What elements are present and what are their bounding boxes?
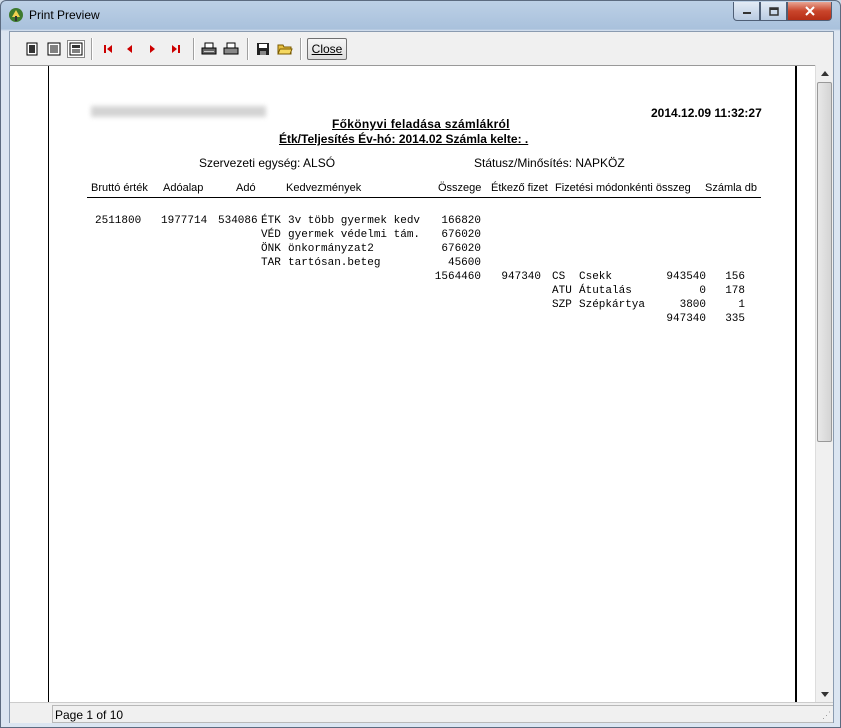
column-header: Adó bbox=[236, 182, 256, 194]
discount-name: tartósan.beteg bbox=[288, 257, 381, 269]
close-button[interactable]: Close bbox=[307, 38, 347, 60]
minimize-icon bbox=[742, 12, 751, 14]
scrollbar-thumb[interactable] bbox=[817, 82, 832, 442]
payment-count: 1 bbox=[738, 299, 745, 311]
window-close-button[interactable] bbox=[787, 2, 832, 21]
print-setup-icon bbox=[201, 42, 217, 55]
close-button-label: Close bbox=[311, 42, 343, 56]
one-page-button[interactable] bbox=[23, 40, 41, 58]
discount-name: önkormányzat2 bbox=[288, 243, 374, 255]
maximize-icon bbox=[768, 6, 779, 16]
resize-grip-icon[interactable]: ⋰ bbox=[822, 710, 831, 721]
payment-name: Csekk bbox=[579, 271, 613, 283]
print-setup-button[interactable] bbox=[200, 40, 218, 58]
first-page-icon bbox=[104, 45, 112, 53]
payment-amount: 3800 bbox=[679, 299, 706, 311]
arrow-down-icon bbox=[821, 691, 829, 697]
report-subtitle: Étk/Teljesítés Év-hó: 2014.02 Számla kel… bbox=[279, 132, 529, 146]
column-header: Számla db bbox=[705, 182, 757, 194]
zoom-page-button[interactable] bbox=[67, 40, 85, 58]
app-icon bbox=[9, 8, 23, 22]
first-page-button[interactable] bbox=[99, 40, 117, 58]
title-bar: Print Preview bbox=[1, 1, 840, 29]
minimize-button[interactable] bbox=[733, 2, 760, 21]
discount-code: VÉD bbox=[261, 229, 281, 241]
scroll-up-button[interactable] bbox=[817, 65, 833, 81]
scroll-down-button[interactable] bbox=[817, 686, 833, 702]
toolbar-separator bbox=[247, 38, 249, 60]
status-label: Státusz/Minősítés: NAPKÖZ bbox=[474, 156, 625, 170]
report-datetime: 2014.12.09 11:32:27 bbox=[651, 106, 762, 120]
printer-icon bbox=[223, 42, 239, 55]
preview-viewport[interactable]: 2014.12.09 11:32:27 Főkönyvi feladása sz… bbox=[10, 65, 815, 702]
payment-name: Átutalás bbox=[579, 285, 632, 297]
count-total: 335 bbox=[725, 313, 745, 325]
payment-count: 178 bbox=[725, 285, 745, 297]
tax-value: 534086 bbox=[218, 215, 258, 227]
toolbar-separator bbox=[193, 38, 195, 60]
column-header: Fizetési módonkénti összeg bbox=[555, 182, 691, 194]
zoom-page-icon bbox=[69, 42, 83, 56]
report-page: 2014.12.09 11:32:27 Főkönyvi feladása sz… bbox=[48, 66, 797, 702]
column-header: Kedvezmények bbox=[286, 182, 362, 194]
status-bar: Page 1 of 10 ⋰ bbox=[10, 702, 833, 723]
page-indicator: Page 1 of 10 bbox=[52, 705, 833, 723]
column-header: Bruttó érték bbox=[91, 182, 148, 194]
org-unit-label: Szervezeti egység: ALSÓ bbox=[199, 156, 336, 170]
column-header: Összege bbox=[438, 182, 482, 194]
discount-code: ÉTK bbox=[261, 215, 281, 227]
discount-code: ÖNK bbox=[261, 243, 281, 255]
print-preview-window: Print Preview Close 2014.12.09 11:32:27 … bbox=[0, 0, 841, 728]
print-button[interactable] bbox=[222, 40, 240, 58]
discount-amount: 676020 bbox=[441, 243, 481, 255]
vertical-scrollbar[interactable] bbox=[815, 65, 833, 702]
arrow-up-icon bbox=[821, 70, 829, 76]
last-page-button[interactable] bbox=[167, 40, 185, 58]
discount-code: TAR bbox=[261, 257, 281, 269]
window-title: Print Preview bbox=[29, 8, 100, 22]
redacted-company-name bbox=[91, 106, 266, 117]
save-button[interactable] bbox=[254, 40, 272, 58]
toolbar-separator bbox=[300, 38, 302, 60]
payer-total: 947340 bbox=[501, 271, 541, 283]
payment-total: 947340 bbox=[666, 313, 706, 325]
payment-amount: 943540 bbox=[666, 271, 706, 283]
discount-amount: 45600 bbox=[447, 257, 481, 269]
discount-name: gyermek védelmi tám. bbox=[288, 229, 421, 241]
close-icon bbox=[804, 6, 815, 16]
last-page-icon bbox=[172, 45, 180, 53]
two-page-button[interactable] bbox=[45, 40, 63, 58]
client-area: Close 2014.12.09 11:32:27 Főkönyvi felad… bbox=[9, 31, 834, 723]
next-page-icon bbox=[150, 45, 155, 53]
toolbar: Close bbox=[10, 32, 833, 64]
payment-code: SZP bbox=[552, 299, 572, 311]
floppy-disk-icon bbox=[257, 43, 269, 55]
open-folder-icon bbox=[277, 44, 293, 55]
report-title: Főkönyvi feladása számlákról bbox=[332, 117, 510, 131]
one-page-icon bbox=[26, 42, 38, 56]
payment-code: CS bbox=[552, 271, 566, 283]
payment-count: 156 bbox=[725, 271, 745, 283]
maximize-button[interactable] bbox=[760, 2, 787, 21]
header-rule bbox=[87, 197, 761, 198]
previous-page-icon bbox=[127, 45, 132, 53]
gross-value: 2511800 bbox=[95, 215, 142, 227]
discount-amount: 676020 bbox=[441, 229, 481, 241]
payment-code: ATU bbox=[552, 285, 572, 297]
discount-name: 3v több gyermek kedv bbox=[288, 215, 421, 227]
previous-page-button[interactable] bbox=[121, 40, 139, 58]
tax-base-value: 1977714 bbox=[161, 215, 208, 227]
payment-name: Szépkártya bbox=[579, 299, 646, 311]
payment-amount: 0 bbox=[699, 285, 706, 297]
discount-amount: 166820 bbox=[441, 215, 481, 227]
toolbar-separator bbox=[91, 38, 93, 60]
discount-total: 1564460 bbox=[434, 271, 481, 283]
next-page-button[interactable] bbox=[143, 40, 161, 58]
column-header: Adóalap bbox=[163, 182, 204, 194]
open-button[interactable] bbox=[276, 40, 294, 58]
column-header: Étkező fizet bbox=[491, 182, 548, 194]
two-page-icon bbox=[47, 42, 61, 56]
